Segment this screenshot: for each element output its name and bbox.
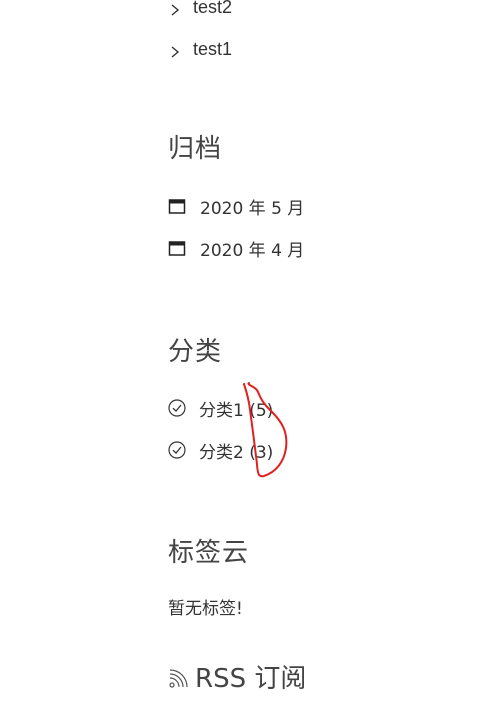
recent-post-label: test1	[193, 38, 233, 59]
rss-title-label: RSS 订阅	[195, 664, 307, 694]
archive-item-label: 2020 年 5 月	[200, 198, 305, 219]
category-item[interactable]: 分类2 (3)	[168, 429, 273, 471]
archive-item-label: 2020 年 4 月	[200, 240, 305, 261]
category-item-label: 分类1 (5)	[199, 400, 274, 421]
archive-heading: 归档	[168, 134, 223, 164]
recent-post-item[interactable]: test1	[168, 28, 232, 70]
recent-posts-list: test2 test1	[168, 0, 232, 70]
categories-list: 分类1 (5) 分类2 (3)	[168, 387, 273, 471]
rss-icon	[169, 668, 188, 688]
rss-subscribe-link[interactable]: RSS 订阅	[168, 658, 306, 695]
calendar-icon	[168, 199, 186, 214]
recent-post-item[interactable]: test2	[168, 0, 232, 28]
calendar-icon	[168, 241, 186, 256]
recent-post-label: test2	[193, 0, 233, 17]
category-item[interactable]: 分类1 (5)	[168, 387, 273, 429]
archive-list: 2020 年 5 月 2020 年 4 月	[168, 185, 304, 269]
archive-item[interactable]: 2020 年 4 月	[168, 227, 304, 269]
no-tags-text: 暂无标签!	[168, 599, 243, 619]
chevron-right-icon	[171, 46, 180, 58]
tag-cloud-heading: 标签云	[168, 538, 250, 568]
check-circle-icon	[168, 441, 186, 459]
archive-item[interactable]: 2020 年 5 月	[168, 185, 304, 227]
check-circle-icon	[168, 399, 186, 417]
categories-heading: 分类	[168, 337, 223, 367]
chevron-right-icon	[171, 4, 180, 16]
category-item-label: 分类2 (3)	[199, 442, 274, 463]
